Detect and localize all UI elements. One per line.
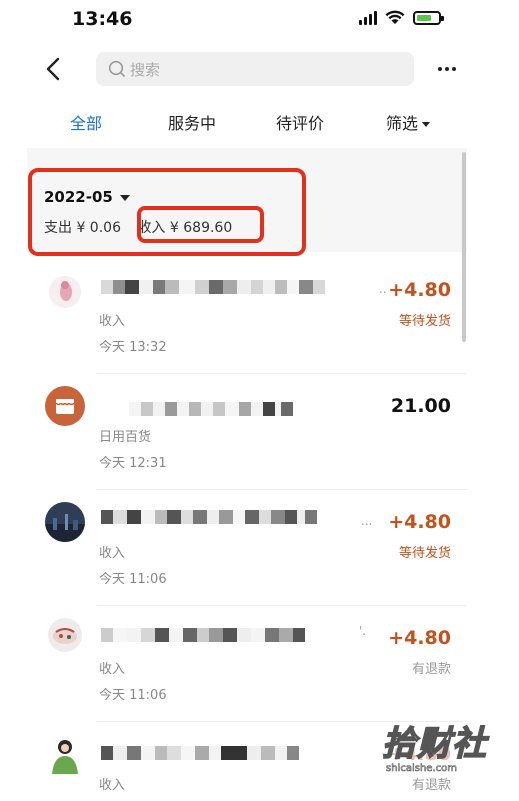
search-input[interactable]: 搜索 <box>96 52 414 86</box>
filter-tabs: 全部 服务中 待评价 筛选 <box>0 104 519 140</box>
more-options-button[interactable] <box>436 56 458 82</box>
transaction-row[interactable]: .. +4.80 收入 等待发货 今天 13:32 <box>27 258 467 374</box>
transaction-row[interactable]: 21.00 日用百货 今天 12:31 <box>27 374 467 490</box>
pink-figure-avatar <box>49 276 81 308</box>
transaction-status: 有退款 <box>411 662 451 677</box>
blurred-title <box>101 626 305 644</box>
transaction-category: 收入 <box>99 778 126 793</box>
month-label: 2022-05 <box>44 188 113 206</box>
transaction-category: 收入 <box>99 314 126 329</box>
blurred-title <box>101 278 325 296</box>
ellipsis: .. <box>379 282 387 296</box>
blurred-title <box>101 744 299 762</box>
transaction-row[interactable]: '. +4.80 收入 有退款 今天 11:06 <box>27 606 467 722</box>
back-button[interactable] <box>40 54 66 84</box>
night-photo-avatar <box>45 502 85 542</box>
tab-in-service[interactable]: 服务中 <box>168 110 216 134</box>
tab-filter-label: 筛选 <box>386 114 419 133</box>
status-time: 13:46 <box>72 8 133 30</box>
ellipsis: ... <box>361 514 373 528</box>
watermark-text: 拾财社 <box>381 723 487 765</box>
transaction-time: 今天 11:06 <box>99 572 167 587</box>
transaction-time: 今天 13:32 <box>99 340 167 355</box>
month-summary-header: 2022-05 支出 ¥ 0.06 收入 ¥ 689.60 <box>27 148 467 252</box>
ellipsis: '. <box>359 624 367 638</box>
figure-avatar <box>46 736 84 774</box>
blurred-title <box>129 400 293 418</box>
cartoon-avatar <box>48 618 82 652</box>
transaction-category: 收入 <box>99 662 126 677</box>
income-label: 收入 <box>137 220 166 236</box>
transaction-category: 日用百货 <box>99 430 152 445</box>
transaction-amount: +4.80 <box>388 279 451 301</box>
tab-filter[interactable]: 筛选 <box>386 110 431 134</box>
transaction-status: 等待发货 <box>398 314 451 329</box>
more-dots-icon <box>438 67 456 71</box>
tab-to-review[interactable]: 待评价 <box>276 110 324 134</box>
chevron-left-icon <box>46 57 60 81</box>
transaction-amount: 21.00 <box>390 395 451 417</box>
transaction-amount: +4.80 <box>388 627 451 649</box>
expense-value: ¥ 0.06 <box>76 220 121 236</box>
blurred-title <box>101 508 317 526</box>
caret-down-icon <box>119 194 130 201</box>
income-value: ¥ 689.60 <box>169 220 233 236</box>
transaction-category: 收入 <box>99 546 126 561</box>
transaction-amount: +4.80 <box>388 511 451 533</box>
status-icons <box>359 10 444 25</box>
expense-label: 支出 <box>44 220 72 236</box>
tab-all[interactable]: 全部 <box>70 110 102 134</box>
search-placeholder: 搜索 <box>130 60 161 79</box>
month-totals: 支出 ¥ 0.06 收入 ¥ 689.60 <box>44 217 232 237</box>
wifi-icon <box>385 10 405 24</box>
store-icon <box>45 386 85 426</box>
signal-icon <box>359 10 377 25</box>
watermark-logo: 拾财社 shicaishe.com <box>381 716 492 786</box>
transaction-status: 等待发货 <box>398 546 451 561</box>
month-selector[interactable]: 2022-05 <box>44 188 130 206</box>
transaction-row[interactable]: ... +4.80 收入 等待发货 今天 11:06 <box>27 490 467 606</box>
caret-down-icon <box>422 122 431 127</box>
transaction-time: 今天 12:31 <box>99 456 167 471</box>
status-bar: 13:46 <box>0 0 519 40</box>
transaction-time: 今天 11:06 <box>99 688 167 703</box>
search-icon <box>108 60 125 77</box>
battery-icon <box>413 10 444 25</box>
